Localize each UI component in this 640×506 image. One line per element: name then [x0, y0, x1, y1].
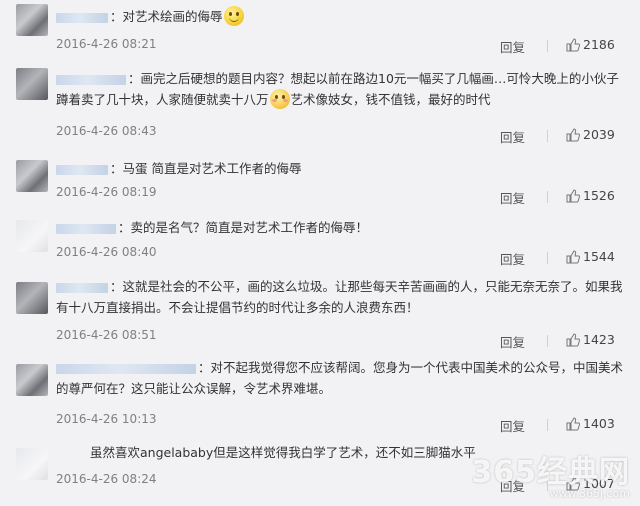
- avatar[interactable]: [16, 220, 48, 252]
- username-redacted[interactable]: [56, 164, 108, 175]
- divider: [547, 419, 548, 431]
- divider: [547, 191, 548, 203]
- comment-text-block: ：对不起我觉得您不应该帮阔。您身为一个代表中国美术的公众号，中国美术的尊严何在？…: [56, 357, 624, 399]
- divider: [547, 40, 548, 52]
- avatar[interactable]: [16, 4, 48, 36]
- comment-text-block: ：画完之后硬想的题目内容？想起以前在路边10元一幅买了几幅画…可怜大晚上的小伙子…: [56, 68, 624, 110]
- like-count: 2186: [583, 37, 615, 52]
- avatar[interactable]: [16, 68, 48, 100]
- username-redacted[interactable]: [56, 223, 116, 234]
- reply-button[interactable]: 回复: [500, 332, 525, 351]
- reply-button[interactable]: 回复: [500, 416, 525, 435]
- like-count: 1526: [583, 188, 615, 203]
- reply-button[interactable]: 回复: [500, 188, 525, 207]
- comment-feed: ：对艺术绘画的侮辱 2016-4-26 08:21 回复 2186 ：画完之后硬…: [0, 0, 640, 506]
- comment-time: 2016-4-26 08:24: [56, 472, 157, 486]
- thumbs-up-icon: [566, 417, 580, 431]
- reply-button[interactable]: 回复: [500, 249, 525, 268]
- avatar[interactable]: [16, 160, 48, 192]
- comment-text: ：这就是社会的不公平，画的这么垃圾。让那些每天辛苦画画的人，只能无奈无奈了。如果…: [56, 279, 623, 315]
- divider: [547, 335, 548, 347]
- blush-emoji-icon: [269, 89, 290, 109]
- reply-button[interactable]: 回复: [500, 37, 525, 56]
- like-count: 2039: [583, 127, 615, 142]
- smile-emoji-icon: [223, 6, 244, 26]
- comment-text-continued: 艺术像妓女，钱不值钱，最好的时代: [290, 92, 491, 107]
- thumbs-up-icon: [566, 38, 580, 52]
- comment-text-line: ：对艺术绘画的侮辱: [56, 6, 624, 27]
- comment-text: 虽然喜欢angelababy但是这样觉得我白学了艺术，还不如三脚猫水平: [90, 445, 476, 460]
- username-redacted[interactable]: [56, 363, 196, 374]
- watermark: 365经典网 www.365j.com: [471, 455, 630, 501]
- comment-text: ：对艺术绘画的侮辱: [110, 9, 223, 24]
- comment-text: ：卖的是名气？简直是对艺术工作者的侮辱！: [118, 220, 369, 235]
- divider: [547, 252, 548, 264]
- username-redacted[interactable]: [56, 282, 108, 293]
- username-redacted[interactable]: [56, 74, 126, 85]
- comment-text-line: ：马蛋 简直是对艺术工作者的侮辱: [56, 158, 624, 179]
- comment-text: ：马蛋 简直是对艺术工作者的侮辱: [110, 161, 302, 176]
- thumbs-up-icon: [566, 250, 580, 264]
- divider: [547, 130, 548, 142]
- thumbs-up-icon: [566, 333, 580, 347]
- comment-time: 2016-4-26 08:21: [56, 37, 157, 51]
- avatar[interactable]: [16, 448, 48, 480]
- comment-text-line: ：卖的是名气？简直是对艺术工作者的侮辱！: [56, 217, 624, 238]
- comment-time: 2016-4-26 08:51: [56, 328, 157, 342]
- username-redacted[interactable]: [56, 12, 108, 23]
- comment-time: 2016-4-26 08:43: [56, 124, 157, 138]
- thumbs-up-icon: [566, 189, 580, 203]
- like-count: 1544: [583, 249, 615, 264]
- watermark-logo-text: 365经典网: [471, 455, 630, 490]
- comment-time: 2016-4-26 10:13: [56, 412, 157, 426]
- comment-text-block: ：这就是社会的不公平，画的这么垃圾。让那些每天辛苦画画的人，只能无奈无奈了。如果…: [56, 276, 624, 318]
- like-count: 1423: [583, 332, 615, 347]
- comment-time: 2016-4-26 08:19: [56, 185, 157, 199]
- avatar[interactable]: [16, 282, 48, 314]
- avatar[interactable]: [16, 364, 48, 396]
- like-count: 1403: [583, 416, 615, 431]
- thumbs-up-icon: [566, 128, 580, 142]
- reply-button[interactable]: 回复: [500, 127, 525, 146]
- comment-time: 2016-4-26 08:40: [56, 245, 157, 259]
